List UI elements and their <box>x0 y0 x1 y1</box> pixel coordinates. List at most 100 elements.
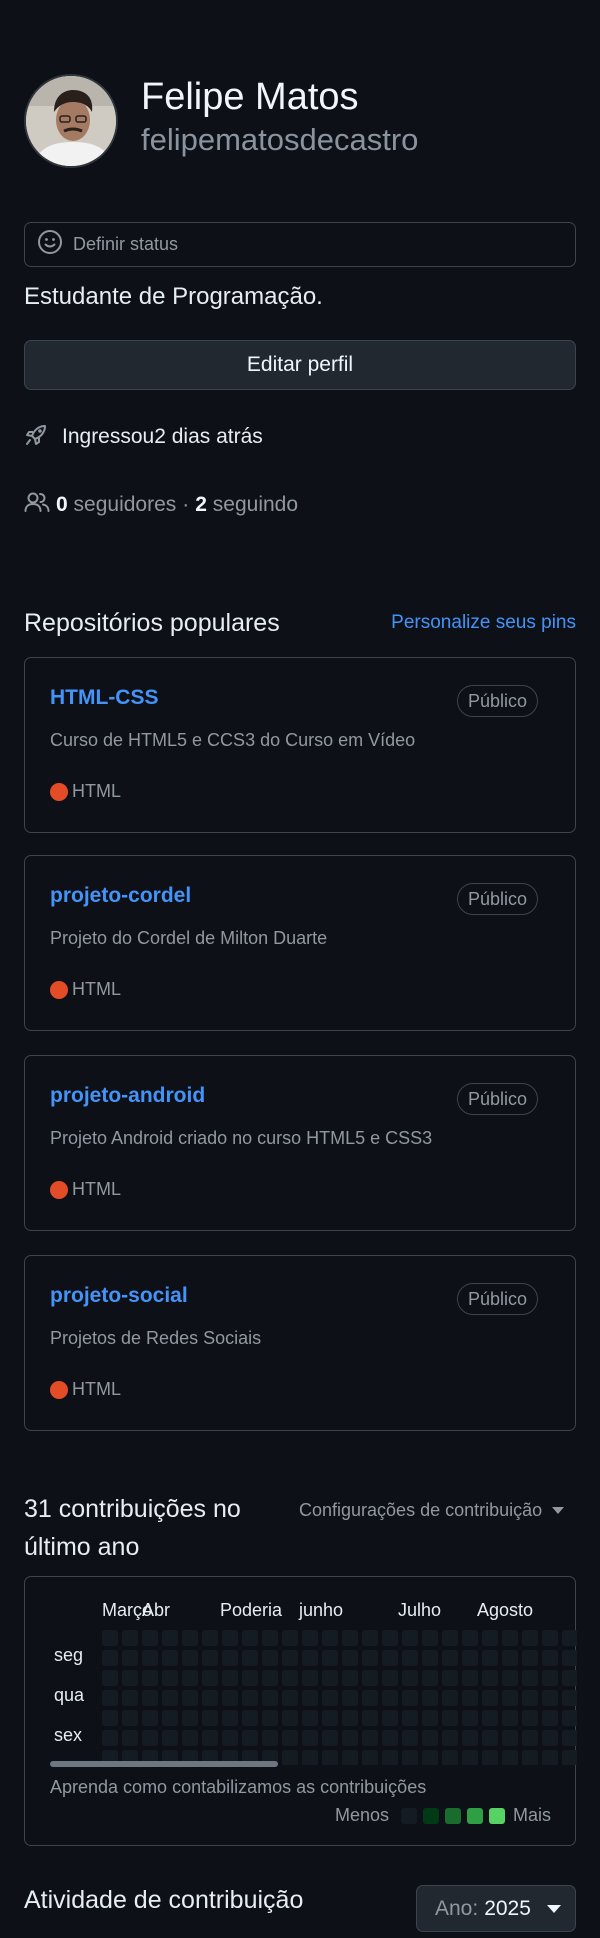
contribution-cell[interactable] <box>322 1690 338 1706</box>
horizontal-scrollbar[interactable] <box>50 1761 278 1767</box>
contribution-cell[interactable] <box>282 1650 298 1666</box>
repo-name-link[interactable]: projeto-social <box>50 1284 188 1308</box>
contribution-cell[interactable] <box>202 1670 218 1686</box>
repo-name-link[interactable]: HTML-CSS <box>50 686 159 710</box>
contribution-cell[interactable] <box>382 1710 398 1726</box>
contribution-cell[interactable] <box>442 1650 458 1666</box>
contribution-cell[interactable] <box>522 1650 538 1666</box>
contribution-cell[interactable] <box>342 1710 358 1726</box>
contribution-cell[interactable] <box>542 1630 558 1646</box>
contribution-cell[interactable] <box>542 1650 558 1666</box>
contribution-cell[interactable] <box>242 1710 258 1726</box>
contribution-cell[interactable] <box>302 1730 318 1746</box>
contribution-cell[interactable] <box>162 1710 178 1726</box>
contribution-cell[interactable] <box>342 1750 358 1765</box>
contribution-cell[interactable] <box>482 1730 498 1746</box>
contribution-cell[interactable] <box>102 1730 118 1746</box>
contribution-cell[interactable] <box>162 1630 178 1646</box>
contribution-cell[interactable] <box>382 1750 398 1765</box>
contribution-cell[interactable] <box>422 1670 438 1686</box>
repo-name-link[interactable]: projeto-cordel <box>50 884 191 908</box>
contribution-cell[interactable] <box>222 1730 238 1746</box>
contribution-cell[interactable] <box>402 1670 418 1686</box>
contribution-cell[interactable] <box>342 1690 358 1706</box>
contribution-cell[interactable] <box>182 1690 198 1706</box>
contribution-cell[interactable] <box>142 1730 158 1746</box>
contribution-cell[interactable] <box>402 1730 418 1746</box>
contribution-cell[interactable] <box>102 1670 118 1686</box>
contribution-cell[interactable] <box>362 1690 378 1706</box>
contribution-cell[interactable] <box>242 1730 258 1746</box>
contribution-cell[interactable] <box>342 1730 358 1746</box>
contribution-cell[interactable] <box>302 1670 318 1686</box>
contribution-cell[interactable] <box>262 1690 278 1706</box>
contribution-cell[interactable] <box>102 1710 118 1726</box>
contribution-cell[interactable] <box>282 1750 298 1765</box>
following-link[interactable]: 2 seguindo <box>195 493 298 517</box>
contribution-cell[interactable] <box>482 1710 498 1726</box>
contribution-cell[interactable] <box>342 1630 358 1646</box>
contribution-cell[interactable] <box>462 1650 478 1666</box>
contribution-cell[interactable] <box>302 1710 318 1726</box>
contribution-cell[interactable] <box>202 1690 218 1706</box>
contribution-cell[interactable] <box>122 1730 138 1746</box>
contribution-cell[interactable] <box>562 1750 577 1765</box>
contribution-cell[interactable] <box>302 1650 318 1666</box>
contribution-cell[interactable] <box>442 1750 458 1765</box>
contribution-cell[interactable] <box>362 1710 378 1726</box>
contribution-cell[interactable] <box>262 1650 278 1666</box>
contribution-cell[interactable] <box>522 1750 538 1765</box>
contribution-cell[interactable] <box>282 1670 298 1686</box>
contribution-cell[interactable] <box>102 1690 118 1706</box>
contribution-cell[interactable] <box>222 1710 238 1726</box>
contribution-cell[interactable] <box>242 1650 258 1666</box>
contribution-cell[interactable] <box>322 1670 338 1686</box>
contribution-cell[interactable] <box>522 1690 538 1706</box>
contribution-settings-dropdown[interactable]: Configurações de contribuição <box>299 1500 565 1521</box>
contribution-cell[interactable] <box>302 1690 318 1706</box>
contribution-cell[interactable] <box>122 1650 138 1666</box>
contribution-cell[interactable] <box>282 1710 298 1726</box>
contribution-cell[interactable] <box>462 1750 478 1765</box>
contribution-cell[interactable] <box>302 1750 318 1765</box>
contribution-cell[interactable] <box>562 1730 577 1746</box>
contribution-cell[interactable] <box>242 1690 258 1706</box>
contribution-cell[interactable] <box>502 1690 518 1706</box>
contribution-cell[interactable] <box>542 1710 558 1726</box>
contribution-cell[interactable] <box>462 1730 478 1746</box>
contribution-cell[interactable] <box>562 1630 577 1646</box>
contribution-cell[interactable] <box>422 1710 438 1726</box>
contribution-cell[interactable] <box>122 1630 138 1646</box>
contribution-cell[interactable] <box>542 1690 558 1706</box>
contribution-cell[interactable] <box>402 1690 418 1706</box>
contribution-cell[interactable] <box>242 1630 258 1646</box>
contribution-cell[interactable] <box>442 1690 458 1706</box>
contribution-cell[interactable] <box>462 1690 478 1706</box>
contribution-cell[interactable] <box>322 1750 338 1765</box>
contribution-cell[interactable] <box>422 1750 438 1765</box>
contribution-cell[interactable] <box>462 1670 478 1686</box>
contribution-cell[interactable] <box>202 1650 218 1666</box>
contribution-cell[interactable] <box>342 1650 358 1666</box>
contribution-cell[interactable] <box>142 1710 158 1726</box>
contribution-cell[interactable] <box>222 1690 238 1706</box>
contribution-cell[interactable] <box>442 1710 458 1726</box>
contribution-cell[interactable] <box>382 1630 398 1646</box>
contribution-cell[interactable] <box>382 1670 398 1686</box>
contribution-cell[interactable] <box>502 1730 518 1746</box>
contribution-cell[interactable] <box>182 1730 198 1746</box>
contribution-cell[interactable] <box>222 1630 238 1646</box>
contribution-cell[interactable] <box>322 1650 338 1666</box>
contribution-cell[interactable] <box>482 1690 498 1706</box>
contribution-cell[interactable] <box>382 1730 398 1746</box>
contribution-cell[interactable] <box>542 1730 558 1746</box>
contribution-cell[interactable] <box>142 1650 158 1666</box>
customize-pins-link[interactable]: Personalize seus pins <box>391 612 576 634</box>
contribution-cell[interactable] <box>502 1670 518 1686</box>
contribution-cell[interactable] <box>262 1710 278 1726</box>
followers-link[interactable]: 0 seguidores <box>56 493 176 517</box>
contribution-cell[interactable] <box>322 1710 338 1726</box>
contribution-cell[interactable] <box>462 1710 478 1726</box>
contribution-cell[interactable] <box>142 1670 158 1686</box>
contribution-cell[interactable] <box>402 1710 418 1726</box>
